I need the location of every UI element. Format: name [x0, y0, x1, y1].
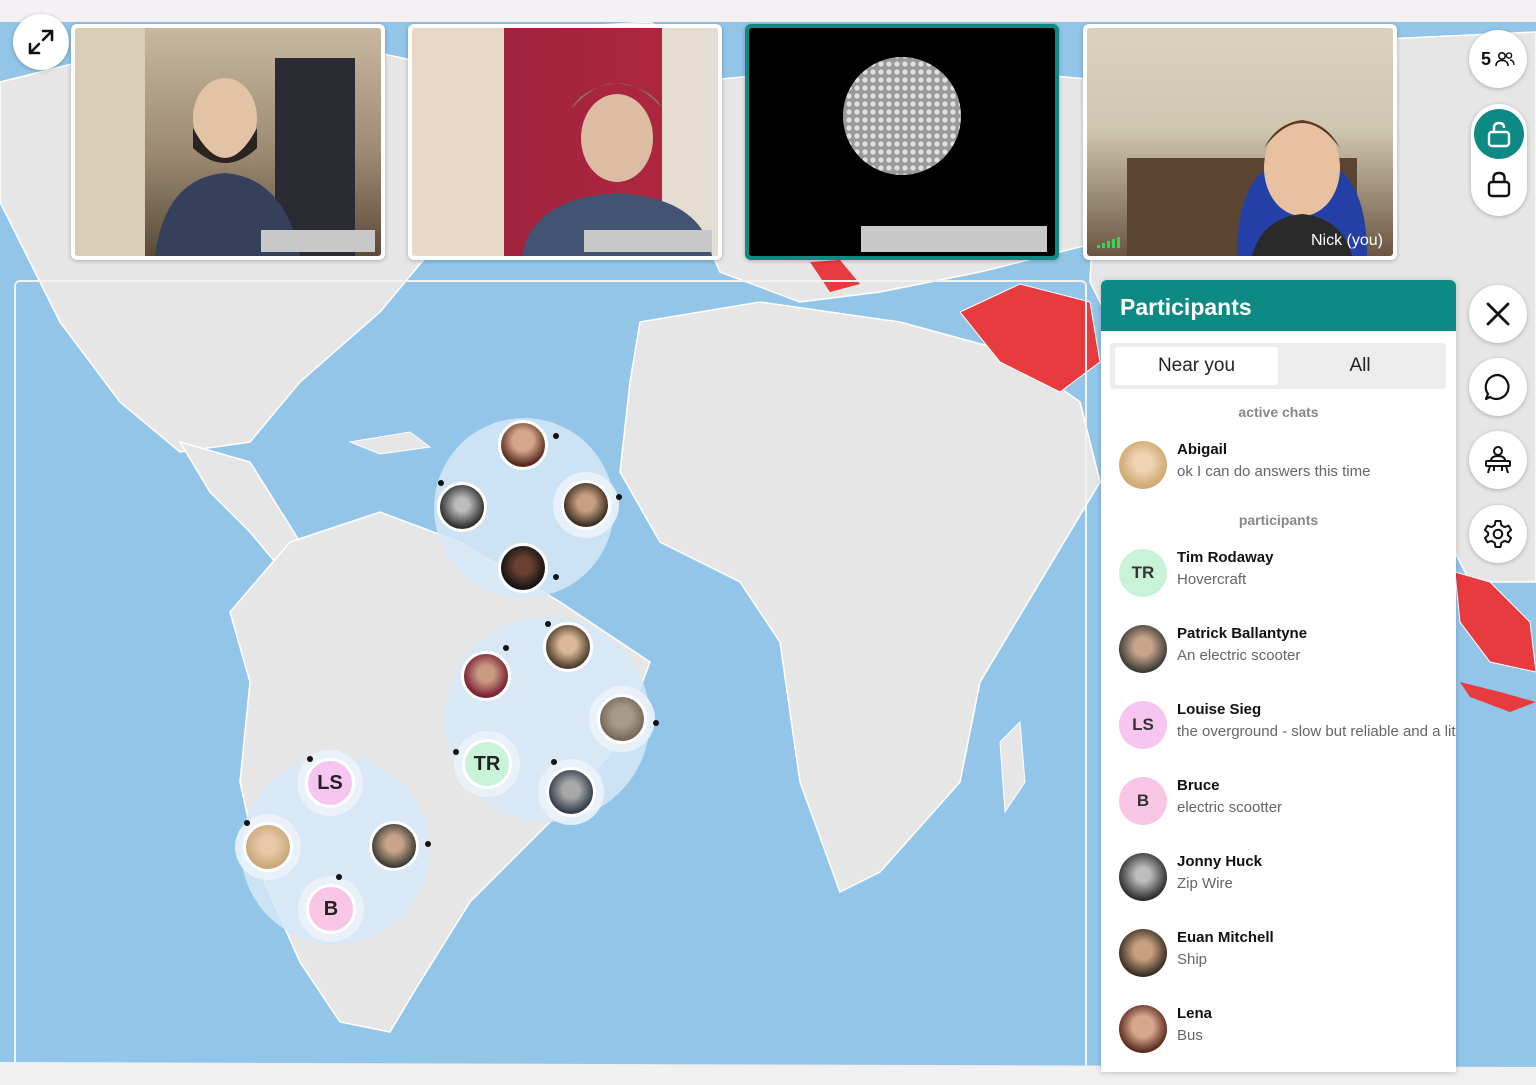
name-bar [861, 226, 1047, 252]
close-icon [1486, 302, 1510, 326]
participant-row[interactable]: Lena Bus [1119, 1003, 1456, 1055]
participant-marker[interactable] [543, 622, 593, 672]
top-strip [0, 0, 1536, 22]
name-bar [261, 230, 375, 252]
marker-dot [653, 720, 659, 726]
participant-marker[interactable] [461, 651, 511, 701]
self-name-label: Nick (you) [1310, 232, 1383, 249]
participant-transport: An electric scooter [1177, 647, 1301, 664]
marker-dot [553, 574, 559, 580]
avatar: LS [1119, 701, 1167, 749]
participant-marker-tr[interactable]: TR [462, 739, 512, 789]
marker-dot [244, 820, 250, 826]
lock-open-icon [1487, 121, 1511, 148]
marker-dot [503, 645, 509, 651]
avatar [1119, 625, 1167, 673]
video-tile-1[interactable] [71, 24, 385, 260]
participant-name: Bruce [1177, 777, 1220, 794]
participant-video [522, 28, 718, 256]
participant-row[interactable]: TR Tim Rodaway Hovercraft [1119, 547, 1456, 599]
settings-button[interactable] [1469, 505, 1527, 563]
lock-button[interactable] [1474, 159, 1524, 209]
participants-heading: participants [1238, 512, 1319, 528]
participant-transport: Hovercraft [1177, 571, 1247, 588]
participants-panel: Participants Near you All active chats A… [1101, 280, 1456, 1072]
lecture-mode-button[interactable] [1469, 431, 1527, 489]
people-icon [1495, 51, 1515, 67]
video-tile-3[interactable] [745, 24, 1059, 260]
participant-name: Patrick Ballantyne [1177, 625, 1308, 642]
participant-name: Lena [1177, 1005, 1213, 1022]
participant-name: Euan Mitchell [1177, 929, 1274, 946]
lecture-icon [1485, 446, 1511, 474]
participant-tabs: Near you All [1110, 343, 1446, 389]
participant-marker[interactable] [498, 543, 548, 593]
participant-marker[interactable] [561, 480, 611, 530]
marker-dot [336, 874, 342, 880]
marker-dot [438, 480, 444, 486]
avatar: TR [1119, 549, 1167, 597]
marker-dot [307, 756, 313, 762]
tab-all[interactable]: All [1278, 347, 1442, 385]
participant-row[interactable]: LS Louise Sieg the overground - slow but… [1119, 699, 1456, 751]
participant-name: Tim Rodaway [1177, 549, 1274, 566]
lock-icon [1487, 171, 1511, 198]
lock-toggle[interactable] [1471, 104, 1527, 216]
avatar: B [1119, 777, 1167, 825]
panel-title: Participants [1101, 280, 1456, 331]
marker-dot [551, 759, 557, 765]
chat-row-abigail[interactable]: Abigail ok I can do answers this time [1119, 439, 1456, 491]
participant-transport: Zip Wire [1177, 875, 1233, 892]
active-chats-heading: active chats [1238, 404, 1319, 420]
participant-marker[interactable] [546, 767, 596, 817]
marker-dot [425, 841, 431, 847]
chat-icon [1484, 373, 1510, 401]
signal-icon [1097, 237, 1120, 248]
marker-dot [616, 494, 622, 500]
close-panel-button[interactable] [1469, 285, 1527, 343]
participant-video [843, 57, 961, 175]
participant-name: Jonny Huck [1177, 853, 1263, 870]
participant-name: Louise Sieg [1177, 701, 1262, 718]
avatar [1119, 853, 1167, 901]
participant-video [75, 28, 355, 256]
participant-marker[interactable] [243, 822, 293, 872]
participant-row[interactable]: Patrick Ballantyne An electric scooter [1119, 623, 1456, 675]
chat-button[interactable] [1469, 358, 1527, 416]
marker-dot [553, 433, 559, 439]
participant-transport: Bus [1177, 1027, 1203, 1044]
participant-marker[interactable] [437, 482, 487, 532]
marker-dot [545, 621, 551, 627]
video-tile-2[interactable] [408, 24, 722, 260]
participant-marker-ls[interactable]: LS [305, 758, 355, 808]
video-tile-self[interactable]: Nick (you) [1083, 24, 1397, 260]
name-bar [584, 230, 712, 252]
avatar [1119, 441, 1167, 489]
participant-count-button[interactable]: 5 [1469, 30, 1527, 88]
participant-row[interactable]: Euan Mitchell Ship [1119, 927, 1456, 979]
participant-transport: the overground - slow but reliable and a… [1177, 723, 1456, 740]
participant-marker[interactable] [498, 420, 548, 470]
participant-marker-b[interactable]: B [306, 884, 356, 934]
participant-transport: Ship [1177, 951, 1208, 968]
gear-icon [1483, 520, 1513, 548]
avatar [1119, 1005, 1167, 1053]
participant-row[interactable]: B Bruce electric scootter [1119, 775, 1456, 827]
avatar [1119, 929, 1167, 977]
participant-marker[interactable] [369, 821, 419, 871]
participant-transport: electric scootter [1177, 799, 1283, 816]
chat-name: Abigail [1177, 441, 1228, 458]
fullscreen-button[interactable] [13, 14, 69, 70]
expand-icon [28, 29, 54, 55]
marker-dot [453, 749, 459, 755]
participant-video [1127, 120, 1367, 256]
participant-marker[interactable] [597, 694, 647, 744]
chat-message: ok I can do answers this time [1177, 463, 1371, 480]
tab-near-you[interactable]: Near you [1115, 347, 1278, 385]
participant-row[interactable]: Jonny Huck Zip Wire [1119, 851, 1456, 903]
participant-count: 5 [1480, 48, 1491, 69]
unlock-button[interactable] [1474, 109, 1524, 159]
